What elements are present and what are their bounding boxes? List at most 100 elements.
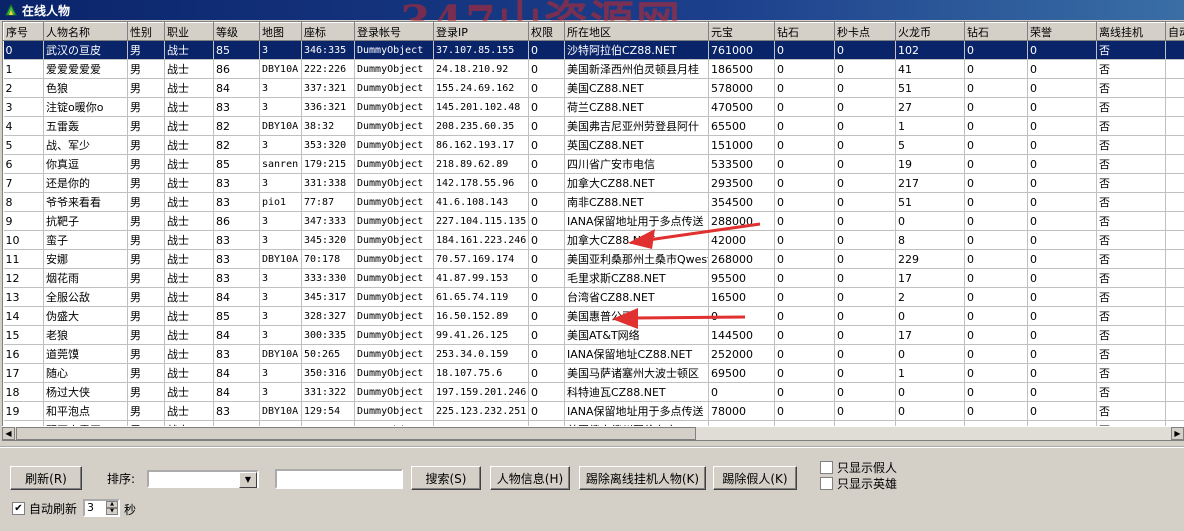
cell-gold: 0	[709, 307, 775, 326]
cell-seconds: 0	[835, 345, 896, 364]
spin-up-icon[interactable]: ▲	[106, 501, 118, 508]
cell-region: 毛里求斯CZ88.NET	[565, 269, 709, 288]
table-row[interactable]: 16道莞馍男战士83DBY10A50:265DummyObject253.34.…	[4, 345, 1184, 364]
cell-diamond1: 0	[775, 288, 835, 307]
cell-name: 伪盛大	[44, 307, 128, 326]
cell-job: 战士	[165, 231, 214, 250]
cell-level: 86	[214, 212, 260, 231]
table-row[interactable]: 0武汉の亘皮男战士853346:335DummyObject37.107.85.…	[4, 41, 1184, 60]
column-header-reply[interactable]: 自动回复	[1166, 23, 1184, 41]
cell-region: 加拿大CZ88.NET	[565, 174, 709, 193]
column-header-perm[interactable]: 权限	[529, 23, 565, 41]
cell-level: 83	[214, 98, 260, 117]
cell-ip: 16.50.152.89	[434, 307, 529, 326]
interval-spinner[interactable]: 3 ▲ ▼	[83, 499, 120, 517]
table-row[interactable]: 3注锭o暖你o男战士833336:321DummyObject145.201.1…	[4, 98, 1184, 117]
cell-gold: 354500	[709, 193, 775, 212]
chevron-down-icon[interactable]: ▼	[239, 472, 257, 488]
cell-coin: 229	[896, 250, 965, 269]
show-hero-checkbox[interactable]	[820, 477, 833, 490]
sort-select[interactable]: ▼	[147, 470, 259, 488]
table-row[interactable]: 11安娜男战士83DBY10A70:178DummyObject70.57.16…	[4, 250, 1184, 269]
cell-offline: 否	[1097, 98, 1166, 117]
column-header-coord[interactable]: 座标	[302, 23, 355, 41]
cell-perm: 0	[529, 212, 565, 231]
table-row[interactable]: 5战、军少男战士823353:320DummyObject86.162.193.…	[4, 136, 1184, 155]
cell-coord: 346:335	[302, 41, 355, 60]
cell-coord: 50:265	[302, 345, 355, 364]
scroll-left-icon[interactable]: ◀	[2, 427, 15, 440]
column-header-region[interactable]: 所在地区	[565, 23, 709, 41]
cell-perm: 0	[529, 307, 565, 326]
auto-refresh-checkbox[interactable]: ✔	[12, 502, 25, 515]
cell-coord: 331:338	[302, 174, 355, 193]
online-players-grid[interactable]: 序号人物名称性别职业等级地图座标登录帐号登录IP权限所在地区元宝钻石秒卡点火龙币…	[2, 21, 1184, 441]
cell-diamond1: 0	[775, 212, 835, 231]
table-row[interactable]: 7还是你的男战士833331:338DummyObject142.178.55.…	[4, 174, 1184, 193]
table-row[interactable]: 17随心男战士843350:316DummyObject18.107.75.60…	[4, 364, 1184, 383]
column-header-name[interactable]: 人物名称	[44, 23, 128, 41]
search-button[interactable]: 搜索(S)	[411, 466, 481, 490]
column-header-seconds[interactable]: 秒卡点	[835, 23, 896, 41]
cell-honor: 0	[1028, 174, 1097, 193]
table-row[interactable]: 6你真逗男战士85sanren179:215DummyObject218.89.…	[4, 155, 1184, 174]
table-row[interactable]: 13全服公敌男战士843345:317DummyObject61.65.74.1…	[4, 288, 1184, 307]
table-row[interactable]: 4五雷轰男战士82DBY10A38:32DummyObject208.235.6…	[4, 117, 1184, 136]
cell-ip: 41.87.99.153	[434, 269, 529, 288]
column-header-map[interactable]: 地图	[260, 23, 302, 41]
cell-region: 美国AT&T网络	[565, 326, 709, 345]
cell-region: 台湾省CZ88.NET	[565, 288, 709, 307]
column-header-gender[interactable]: 性别	[128, 23, 165, 41]
cell-seconds: 0	[835, 98, 896, 117]
column-header-gold[interactable]: 元宝	[709, 23, 775, 41]
show-fake-checkbox[interactable]	[820, 461, 833, 474]
table-row[interactable]: 19和平泡点男战士83DBY10A129:54DummyObject225.12…	[4, 402, 1184, 421]
cell-diamond2: 0	[965, 41, 1028, 60]
refresh-button[interactable]: 刷新(R)	[10, 466, 82, 490]
cell-honor: 0	[1028, 79, 1097, 98]
column-header-offline[interactable]: 离线挂机	[1097, 23, 1166, 41]
table-row[interactable]: 12烟花雨男战士833333:330DummyObject41.87.99.15…	[4, 269, 1184, 288]
column-header-honor[interactable]: 荣誉	[1028, 23, 1097, 41]
column-header-coin[interactable]: 火龙币	[896, 23, 965, 41]
table-row[interactable]: 18杨过大侠男战士843331:322DummyObject197.159.20…	[4, 383, 1184, 402]
cell-job: 战士	[165, 193, 214, 212]
table-row[interactable]: 2色狼男战士843337:321DummyObject155.24.69.162…	[4, 79, 1184, 98]
cell-honor: 0	[1028, 402, 1097, 421]
table-row[interactable]: 15老狼男战士843300:335DummyObject99.41.26.125…	[4, 326, 1184, 345]
table-row[interactable]: 9抗靶子男战士863347:333DummyObject227.104.115.…	[4, 212, 1184, 231]
column-header-job[interactable]: 职业	[165, 23, 214, 41]
cell-gold: 186500	[709, 60, 775, 79]
table-row[interactable]: 8爷爷来看看男战士83pio177:87DummyObject41.6.108.…	[4, 193, 1184, 212]
table-row[interactable]: 1爱爱爱爱爱男战士86DBY10A222:226DummyObject24.18…	[4, 60, 1184, 79]
cell-level: 82	[214, 136, 260, 155]
cell-level: 84	[214, 383, 260, 402]
player-info-button[interactable]: 人物信息(H)	[490, 466, 570, 490]
cell-seconds: 0	[835, 193, 896, 212]
spin-down-icon[interactable]: ▼	[106, 508, 118, 515]
cell-ip: 61.65.74.119	[434, 288, 529, 307]
horizontal-scrollbar[interactable]: ◀ ▶	[2, 426, 1184, 440]
cell-region: IANA保留地址用于多点传送	[565, 212, 709, 231]
column-header-account[interactable]: 登录帐号	[355, 23, 434, 41]
cell-account: DummyObject	[355, 402, 434, 421]
cell-coord: 336:321	[302, 98, 355, 117]
kick-fake-button[interactable]: 踢除假人(K)	[713, 466, 797, 490]
column-header-ip[interactable]: 登录IP	[434, 23, 529, 41]
cell-job: 战士	[165, 288, 214, 307]
cell-offline: 否	[1097, 402, 1166, 421]
cell-honor: 0	[1028, 269, 1097, 288]
scroll-right-icon[interactable]: ▶	[1171, 427, 1184, 440]
cell-coin: 51	[896, 193, 965, 212]
column-header-diamond1[interactable]: 钻石	[775, 23, 835, 41]
cell-account: DummyObject	[355, 174, 434, 193]
search-input[interactable]	[275, 469, 403, 489]
table-row[interactable]: 10蛮子男战士833345:320DummyObject184.161.223.…	[4, 231, 1184, 250]
kick-offline-button[interactable]: 踢除离线挂机人物(K)	[579, 466, 706, 490]
scroll-thumb[interactable]	[16, 427, 696, 440]
table-row[interactable]: 14伪盛大男战士853328:327DummyObject16.50.152.8…	[4, 307, 1184, 326]
cell-diamond1: 0	[775, 402, 835, 421]
column-header-no[interactable]: 序号	[4, 23, 44, 41]
column-header-level[interactable]: 等级	[214, 23, 260, 41]
column-header-diamond2[interactable]: 钻石	[965, 23, 1028, 41]
